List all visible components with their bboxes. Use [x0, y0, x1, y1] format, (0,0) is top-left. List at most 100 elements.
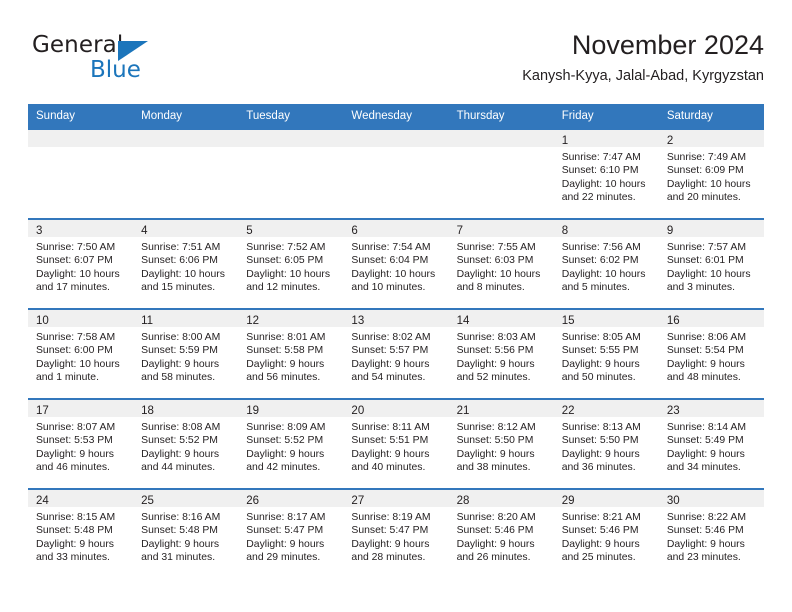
calendar-day-cell[interactable]: 20 Sunrise: 8:11 AM Sunset: 5:51 PM Dayligh…	[343, 398, 449, 489]
calendar-day-cell[interactable]: 29 Sunrise: 8:21 AM Sunset: 5:46 PM Dayligh…	[553, 488, 659, 578]
calendar-day-cell[interactable]: 21 Sunrise: 8:12 AM Sunset: 5:50 PM Dayligh…	[448, 398, 554, 489]
day-detail-line: Sunrise: 7:47 AM	[561, 152, 641, 163]
day-cell-details: Sunrise: 7:50 AM Sunset: 6:07 PM Daylight:…	[28, 237, 133, 295]
day-cell-details: Sunrise: 7:57 AM Sunset: 6:01 PM Daylight:…	[659, 237, 764, 295]
calendar-day-cell[interactable]: 7 Sunrise: 7:55 AM Sunset: 6:03 PM Daylight…	[448, 218, 554, 309]
day-number-band: 28	[448, 490, 554, 507]
day-detail-line: and 5 minutes.	[561, 282, 630, 294]
calendar-day-cell[interactable]: 2 Sunrise: 7:49 AM Sunset: 6:09 PM Daylight…	[658, 128, 764, 219]
calendar-day-cell[interactable]: 30 Sunrise: 8:22 AM Sunset: 5:46 PM Dayligh…	[658, 488, 764, 578]
day-cell-details: Sunrise: 7:47 AM Sunset: 6:10 PM Daylight:…	[554, 147, 659, 205]
day-cell-inner: 10 Sunrise: 7:58 AM Sunset: 6:00 PM Dayligh…	[28, 310, 134, 398]
day-detail-line: Sunset: 5:49 PM	[666, 435, 744, 447]
calendar-week-row: 24 Sunrise: 8:15 AM Sunset: 5:48 PM Dayligh…	[28, 488, 764, 578]
day-number: 11	[141, 315, 154, 327]
day-cell-inner: 20 Sunrise: 8:11 AM Sunset: 5:51 PM Dayligh…	[343, 400, 449, 488]
logo-text-blue: Blue	[90, 57, 141, 83]
calendar-day-cell[interactable]: 24 Sunrise: 8:15 AM Sunset: 5:48 PM Dayligh…	[28, 488, 134, 578]
day-number: 24	[36, 495, 49, 507]
day-detail-line: Sunset: 5:55 PM	[561, 345, 639, 357]
day-detail-line: Sunset: 6:04 PM	[351, 255, 429, 267]
calendar-day-cell[interactable]: 1 Sunrise: 7:47 AM Sunset: 6:10 PM Daylight…	[553, 128, 659, 219]
day-detail-line: Sunset: 5:47 PM	[351, 525, 429, 537]
day-detail-line: Daylight: 9 hours	[666, 448, 745, 460]
calendar-day-cell[interactable]: 18 Sunrise: 8:08 AM Sunset: 5:52 PM Dayligh…	[133, 398, 239, 489]
day-detail-line: Sunset: 6:05 PM	[246, 255, 324, 267]
day-number-band: 29	[553, 490, 659, 507]
calendar-day-cell[interactable]: 25 Sunrise: 8:16 AM Sunset: 5:48 PM Dayligh…	[133, 488, 239, 578]
day-cell-details: Sunrise: 8:12 AM Sunset: 5:50 PM Daylight:…	[449, 417, 554, 475]
calendar-week-row: 17 Sunrise: 8:07 AM Sunset: 5:53 PM Dayligh…	[28, 398, 764, 489]
day-detail-line: Daylight: 9 hours	[246, 358, 325, 370]
day-detail-line: Sunrise: 7:52 AM	[246, 242, 326, 253]
general-blue-logo[interactable]: General Blue	[32, 32, 252, 88]
day-number: 7	[456, 225, 463, 237]
day-detail-line: Daylight: 10 hours	[36, 358, 120, 370]
page-subtitle: Kanysh-Kyya, Jalal-Abad, Kyrgyzstan	[522, 68, 764, 84]
calendar-day-cell[interactable]: 28 Sunrise: 8:20 AM Sunset: 5:46 PM Dayligh…	[448, 488, 554, 578]
day-number-band: 17	[28, 400, 134, 417]
calendar-day-cell[interactable]: 5 Sunrise: 7:52 AM Sunset: 6:05 PM Daylight…	[238, 218, 344, 309]
calendar-day-cell[interactable]: 26 Sunrise: 8:17 AM Sunset: 5:47 PM Dayligh…	[238, 488, 344, 578]
day-detail-line: Sunset: 5:47 PM	[246, 525, 324, 537]
day-number: 20	[351, 405, 365, 417]
day-number-band	[448, 130, 554, 147]
calendar-day-cell[interactable]: 10 Sunrise: 7:58 AM Sunset: 6:00 PM Dayligh…	[28, 308, 134, 399]
weekday-header-wednesday: Wednesday	[343, 104, 449, 129]
calendar-day-cell[interactable]: 4 Sunrise: 7:51 AM Sunset: 6:06 PM Daylight…	[133, 218, 239, 309]
day-detail-line: Daylight: 10 hours	[36, 268, 120, 280]
day-detail-line: and 3 minutes.	[666, 282, 736, 294]
day-number-band	[238, 130, 344, 147]
calendar-day-cell[interactable]: 23 Sunrise: 8:14 AM Sunset: 5:49 PM Dayligh…	[658, 398, 764, 489]
calendar-day-cell[interactable]: 6 Sunrise: 7:54 AM Sunset: 6:04 PM Daylight…	[343, 218, 449, 309]
day-cell-details: Sunrise: 7:58 AM Sunset: 6:00 PM Daylight:…	[28, 327, 133, 385]
day-detail-line: and 33 minutes.	[36, 552, 110, 564]
day-cell-details: Sunrise: 8:20 AM Sunset: 5:46 PM Daylight:…	[449, 507, 554, 565]
day-detail-line: Daylight: 9 hours	[36, 448, 114, 460]
day-detail-line: Daylight: 9 hours	[561, 448, 640, 460]
day-detail-line: Sunrise: 8:20 AM	[456, 512, 536, 523]
calendar-day-cell[interactable]: 12 Sunrise: 8:01 AM Sunset: 5:58 PM Dayligh…	[238, 308, 344, 399]
calendar-day-cell[interactable]: 3 Sunrise: 7:50 AM Sunset: 6:07 PM Daylight…	[28, 218, 134, 309]
day-number: 8	[561, 225, 569, 237]
calendar-page: General Blue November 2024 Kanysh-Kyya, …	[0, 0, 792, 612]
day-detail-line: and 52 minutes.	[456, 372, 531, 384]
day-detail-line: Sunset: 5:48 PM	[36, 525, 113, 537]
day-number-band: 11	[133, 310, 239, 327]
day-cell-inner: 16 Sunrise: 8:06 AM Sunset: 5:54 PM Dayligh…	[658, 310, 764, 398]
day-detail-line: Sunset: 6:01 PM	[666, 255, 744, 267]
calendar-day-cell[interactable]: 19 Sunrise: 8:09 AM Sunset: 5:52 PM Dayligh…	[238, 398, 344, 489]
day-detail-line: Sunrise: 8:09 AM	[246, 422, 326, 433]
day-cell-inner: 7 Sunrise: 7:55 AM Sunset: 6:03 PM Daylight…	[448, 220, 554, 308]
day-number-band: 8	[553, 220, 659, 237]
day-detail-line: Sunrise: 7:51 AM	[141, 242, 221, 253]
calendar-day-cell[interactable]: 8 Sunrise: 7:56 AM Sunset: 6:02 PM Daylight…	[553, 218, 659, 309]
day-detail-line: Daylight: 9 hours	[666, 538, 745, 550]
calendar-day-cell[interactable]: 27 Sunrise: 8:19 AM Sunset: 5:47 PM Dayligh…	[343, 488, 449, 578]
day-detail-line: Daylight: 9 hours	[351, 358, 430, 370]
day-detail-line: Daylight: 10 hours	[246, 268, 331, 280]
calendar-day-cell[interactable]: 9 Sunrise: 7:57 AM Sunset: 6:01 PM Daylight…	[658, 218, 764, 309]
calendar-day-cell[interactable]: 16 Sunrise: 8:06 AM Sunset: 5:54 PM Dayligh…	[658, 308, 764, 399]
day-detail-line: Daylight: 9 hours	[246, 538, 325, 550]
weekday-header-saturday: Saturday	[658, 104, 764, 129]
day-number: 21	[456, 405, 470, 417]
day-detail-line: Sunset: 5:50 PM	[561, 435, 639, 447]
day-cell-details: Sunrise: 8:19 AM Sunset: 5:47 PM Daylight:…	[343, 507, 448, 565]
calendar-day-cell[interactable]: 14 Sunrise: 8:03 AM Sunset: 5:56 PM Dayligh…	[448, 308, 554, 399]
day-detail-line: Sunrise: 7:58 AM	[36, 332, 116, 343]
day-detail-line: and 36 minutes.	[561, 462, 636, 474]
calendar-day-cell[interactable]: 13 Sunrise: 8:02 AM Sunset: 5:57 PM Dayligh…	[343, 308, 449, 399]
calendar-day-cell[interactable]: 15 Sunrise: 8:05 AM Sunset: 5:55 PM Dayligh…	[553, 308, 659, 399]
day-number: 2	[666, 135, 674, 147]
day-detail-line: and 25 minutes.	[561, 552, 636, 564]
day-detail-line: Daylight: 9 hours	[141, 358, 220, 370]
weekday-header-row: Sunday Monday Tuesday Wednesday Thursday Frid…	[28, 104, 764, 129]
day-cell-details: Sunrise: 8:09 AM Sunset: 5:52 PM Daylight:…	[238, 417, 343, 475]
calendar-day-cell[interactable]: 17 Sunrise: 8:07 AM Sunset: 5:53 PM Dayligh…	[28, 398, 134, 489]
calendar-day-cell[interactable]: 22 Sunrise: 8:13 AM Sunset: 5:50 PM Dayligh…	[553, 398, 659, 489]
calendar-day-cell[interactable]: 11 Sunrise: 8:00 AM Sunset: 5:59 PM Dayligh…	[133, 308, 239, 399]
day-detail-line: Sunset: 6:02 PM	[561, 255, 639, 267]
day-detail-line: Sunrise: 7:54 AM	[351, 242, 431, 253]
day-number: 5	[246, 225, 253, 237]
